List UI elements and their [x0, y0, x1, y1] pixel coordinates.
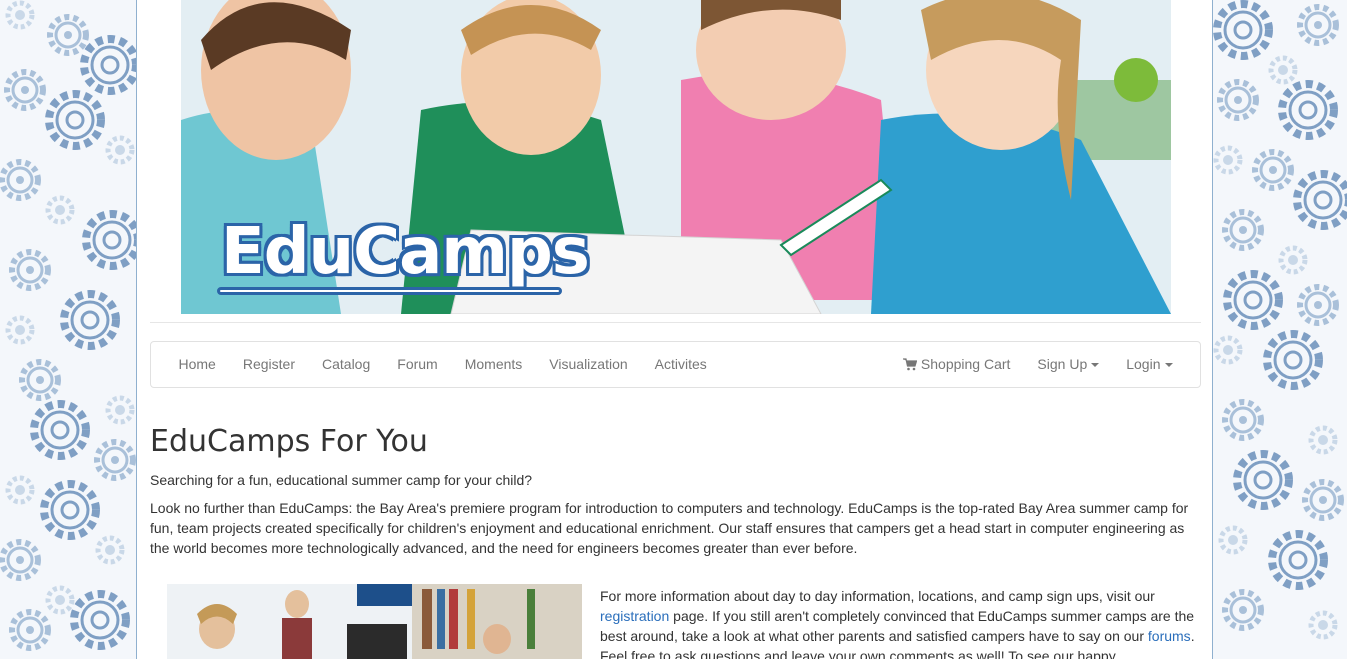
divider: [150, 322, 1201, 323]
classroom-photo: [167, 584, 582, 659]
login-dropdown[interactable]: Login: [1113, 342, 1186, 387]
gears-decoration: [1213, 0, 1347, 659]
nav-register[interactable]: Register: [229, 342, 308, 387]
nav-activites[interactable]: Activites: [641, 342, 720, 387]
login-label: Login: [1126, 356, 1161, 372]
caret-down-icon: [1164, 363, 1173, 368]
signup-label: Sign Up: [1037, 356, 1088, 372]
caret-down-icon: [1091, 363, 1100, 368]
registration-link[interactable]: registration: [600, 608, 669, 624]
nav-visualization[interactable]: Visualization: [536, 342, 641, 387]
educamps-logo: EduCamps: [221, 215, 590, 289]
shopping-cart-icon: [902, 358, 917, 371]
info-paragraph: For more information about day to day in…: [600, 586, 1200, 659]
gears-decoration: [0, 0, 136, 659]
shopping-cart-label: Shopping Cart: [920, 356, 1011, 372]
page-title: EduCamps For You: [150, 424, 428, 459]
hero-banner: EduCamps: [181, 0, 1171, 314]
nav-forum[interactable]: Forum: [384, 342, 451, 387]
nav-right: Shopping Cart Sign Up Login: [889, 342, 1186, 387]
forums-link[interactable]: forums: [1148, 628, 1191, 644]
info-text-2: page. If you still aren't completely con…: [600, 608, 1195, 644]
main-navbar: Home Register Catalog Forum Moments Visu…: [150, 341, 1201, 388]
intro-text: Searching for a fun, educational summer …: [150, 472, 533, 488]
logo-underline: [217, 287, 562, 295]
shopping-cart-link[interactable]: Shopping Cart: [889, 342, 1024, 387]
info-text-1: For more information about day to day in…: [600, 588, 1155, 604]
nav-catalog[interactable]: Catalog: [309, 342, 384, 387]
gear-pattern-left: [0, 0, 136, 659]
nav-home[interactable]: Home: [165, 342, 229, 387]
gear-pattern-right: [1213, 0, 1347, 659]
nav-moments[interactable]: Moments: [451, 342, 536, 387]
nav-left: Home Register Catalog Forum Moments Visu…: [165, 342, 720, 387]
page-container: EduCamps Home Register Catalog Forum Mom…: [136, 0, 1213, 659]
classroom-image: [167, 584, 582, 659]
signup-dropdown[interactable]: Sign Up: [1024, 342, 1113, 387]
description-paragraph: Look no further than EduCamps: the Bay A…: [150, 500, 1189, 556]
